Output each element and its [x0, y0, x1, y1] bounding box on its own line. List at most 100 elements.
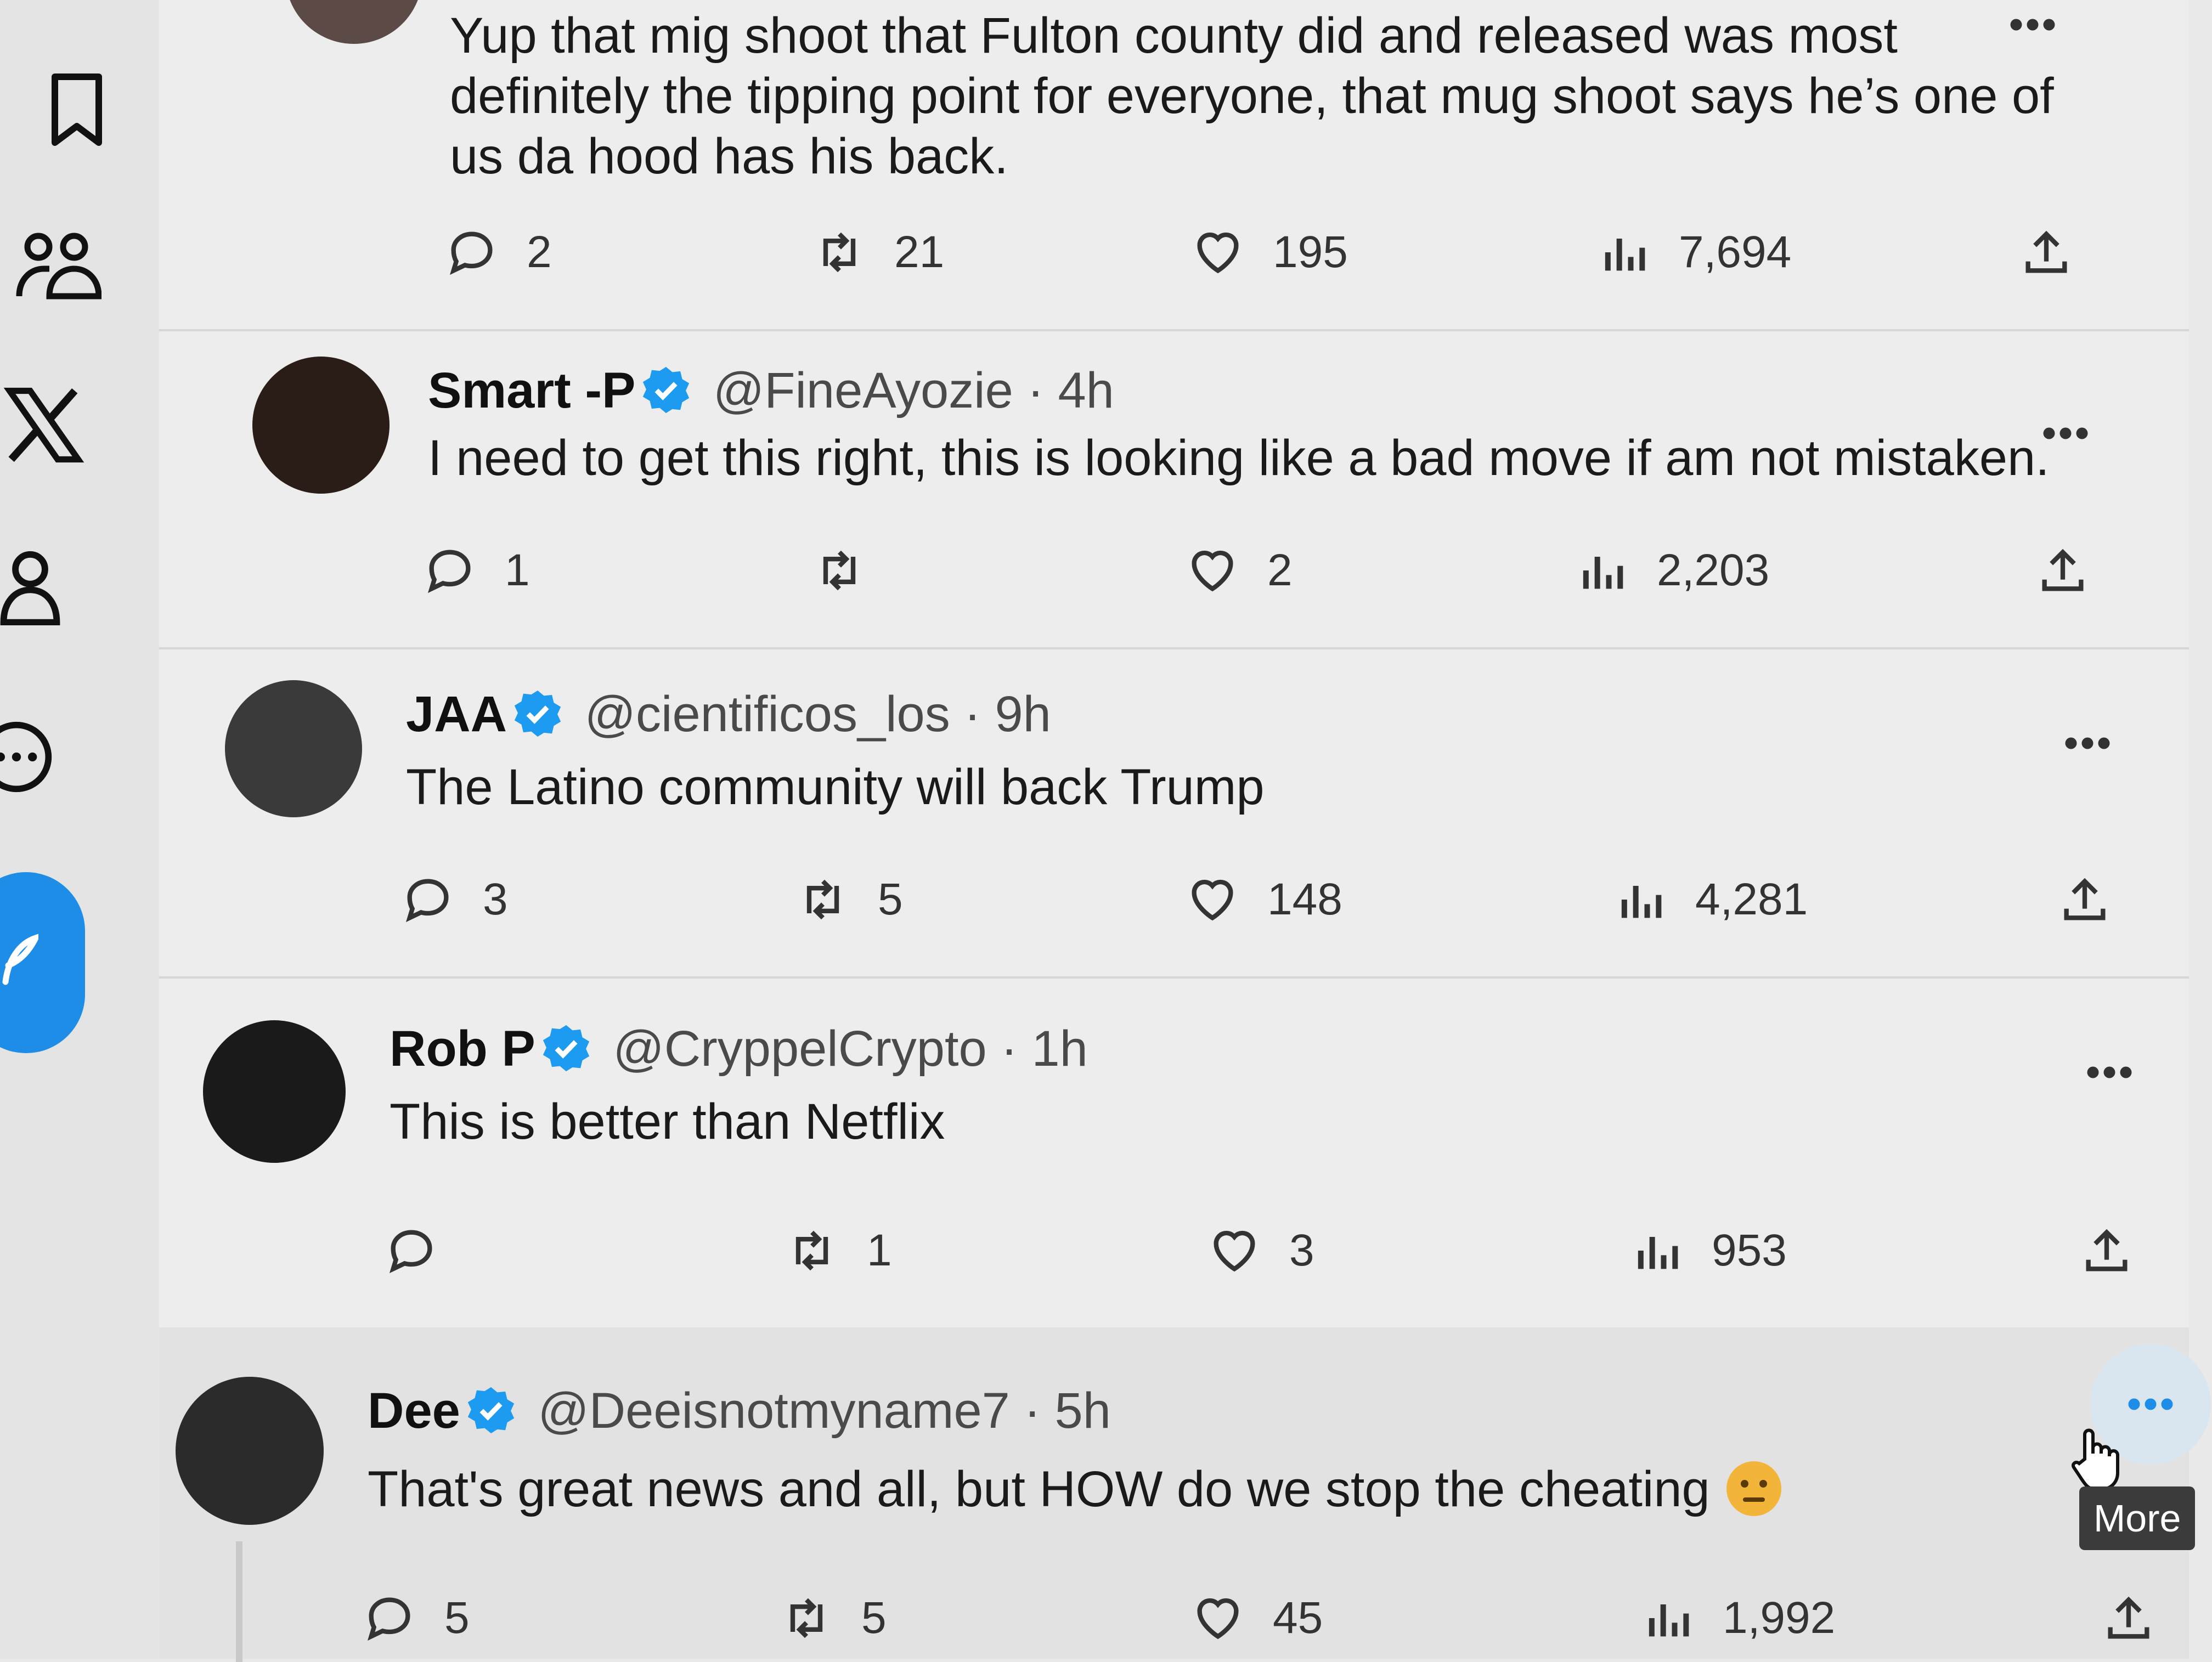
reply-button[interactable]: 2 [444, 219, 552, 285]
display-name[interactable]: Dee [368, 1383, 460, 1439]
share-icon [2057, 872, 2112, 927]
share-button[interactable] [2101, 1585, 2156, 1651]
tweet-actions: 1 2 2,203 [159, 538, 2189, 603]
reply-button[interactable] [384, 1218, 466, 1284]
share-button[interactable] [2079, 1218, 2134, 1284]
views-button[interactable]: 1,992 [1640, 1585, 1835, 1651]
tweet-actions: 2 21 195 7,694 [159, 219, 2189, 285]
verified-badge-icon [466, 1385, 516, 1435]
avatar[interactable] [225, 680, 362, 817]
view-count: 4,281 [1695, 874, 1808, 924]
heart-icon [1190, 1591, 1245, 1646]
repost-button[interactable]: 5 [795, 867, 903, 932]
more-circle-icon[interactable] [0, 719, 55, 795]
reply-button[interactable]: 3 [400, 867, 508, 932]
tweet[interactable]: Smart -P @FineAyozie · 4h I need to get … [159, 329, 2189, 649]
tweet-text: That's great news and all, but HOW do we… [368, 1459, 1781, 1519]
timestamp[interactable]: 1h [1031, 1021, 1087, 1077]
separator-dot: · [964, 686, 981, 742]
user-handle[interactable]: @cientificos_los [585, 686, 950, 742]
tweet[interactable]: Rob P @CryppelCrypto · 1h This is better… [159, 976, 2189, 1330]
more-options-icon[interactable] [2008, 16, 2057, 33]
display-name[interactable]: JAA [406, 686, 507, 742]
reply-button[interactable]: 5 [362, 1585, 470, 1651]
like-button[interactable]: 195 [1190, 219, 1348, 285]
like-button[interactable]: 148 [1185, 867, 1342, 932]
tweet-text: I need to get this right, this is lookin… [428, 430, 2050, 486]
share-icon [2079, 1223, 2134, 1278]
tweet[interactable]: Dee @Deeisnotmyname7 · 5h That's great n… [159, 1327, 2211, 1662]
share-button[interactable] [2019, 219, 2074, 285]
user-handle[interactable]: @CryppelCrypto [613, 1021, 986, 1077]
post-button[interactable] [0, 872, 85, 1053]
x-logo-icon[interactable] [0, 384, 88, 466]
views-chart-icon [1629, 1223, 1684, 1278]
bookmark-icon[interactable] [44, 71, 110, 148]
share-button[interactable] [2035, 538, 2090, 603]
views-button[interactable]: 7,694 [1596, 219, 1791, 285]
tweet-actions: 1 3 953 [159, 1218, 2189, 1284]
share-icon [2035, 543, 2090, 598]
avatar[interactable] [252, 357, 390, 494]
display-name[interactable]: Smart -P [428, 363, 635, 419]
views-chart-icon [1640, 1591, 1695, 1646]
repost-button[interactable]: 1 [785, 1218, 892, 1284]
views-chart-icon [1613, 872, 1668, 927]
like-count: 3 [1289, 1225, 1314, 1275]
view-count: 2,203 [1657, 545, 1770, 595]
person-icon[interactable] [0, 549, 60, 625]
timestamp[interactable]: 4h [1058, 363, 1114, 419]
more-options-icon[interactable] [2041, 425, 2090, 442]
avatar[interactable] [176, 1377, 324, 1525]
views-button[interactable]: 953 [1629, 1218, 1787, 1284]
like-count: 148 [1267, 874, 1342, 924]
user-handle[interactable]: @Deeisnotmyname7 [538, 1383, 1009, 1439]
tweet-actions: 5 5 45 1,992 [159, 1585, 2189, 1651]
user-handle[interactable]: @FineAyozie [713, 363, 1013, 419]
repost-button[interactable] [812, 538, 894, 603]
repost-count: 5 [878, 874, 903, 924]
reply-count: 2 [527, 227, 552, 277]
share-button[interactable] [2057, 867, 2112, 932]
views-chart-icon [1575, 543, 1629, 598]
like-button[interactable]: 3 [1207, 1218, 1314, 1284]
tweet-text: This is better than Netflix [390, 1094, 945, 1150]
heart-icon [1207, 1223, 1262, 1278]
timeline: Yup that mig shoot that Fulton county di… [159, 0, 2211, 1662]
more-options-icon[interactable] [2126, 1396, 2175, 1412]
tweet-header: Rob P @CryppelCrypto · 1h [390, 1020, 1088, 1078]
repost-button[interactable]: 21 [812, 219, 944, 285]
tweet-header: Smart -P @FineAyozie · 4h [428, 362, 1114, 420]
separator-dot: · [1027, 363, 1044, 419]
repost-count: 21 [894, 227, 945, 277]
like-button[interactable]: 2 [1185, 538, 1293, 603]
more-options-icon[interactable] [2063, 735, 2112, 751]
avatar[interactable] [203, 1020, 346, 1163]
views-button[interactable]: 2,203 [1575, 538, 1769, 603]
tweet-text: The Latino community will back Trump [406, 759, 1265, 815]
repost-icon [812, 225, 867, 280]
repost-button[interactable]: 5 [779, 1585, 887, 1651]
tweet-header: JAA @cientificos_los · 9h [406, 686, 1051, 743]
share-icon [2019, 225, 2074, 280]
view-count: 1,992 [1723, 1593, 1836, 1643]
timestamp[interactable]: 9h [995, 686, 1051, 742]
like-button[interactable]: 45 [1190, 1585, 1323, 1651]
reply-button[interactable]: 1 [422, 538, 530, 603]
more-options-icon[interactable] [2085, 1064, 2134, 1081]
repost-count: 1 [867, 1225, 892, 1275]
repost-icon [795, 872, 850, 927]
avatar[interactable] [285, 0, 422, 44]
thinking-face-emoji [1726, 1461, 1781, 1516]
views-button[interactable]: 4,281 [1613, 867, 1808, 932]
people-icon[interactable] [14, 230, 101, 302]
reply-count: 3 [483, 874, 508, 924]
views-chart-icon [1596, 225, 1651, 280]
tweet[interactable]: JAA @cientificos_los · 9h The Latino com… [159, 647, 2189, 979]
tweet[interactable]: Yup that mig shoot that Fulton county di… [159, 0, 2189, 331]
reply-icon [362, 1591, 417, 1646]
display-name[interactable]: Rob P [390, 1021, 535, 1077]
hand-cursor-icon [2068, 1426, 2123, 1492]
timestamp[interactable]: 5h [1055, 1383, 1111, 1439]
repost-count: 5 [861, 1593, 887, 1643]
